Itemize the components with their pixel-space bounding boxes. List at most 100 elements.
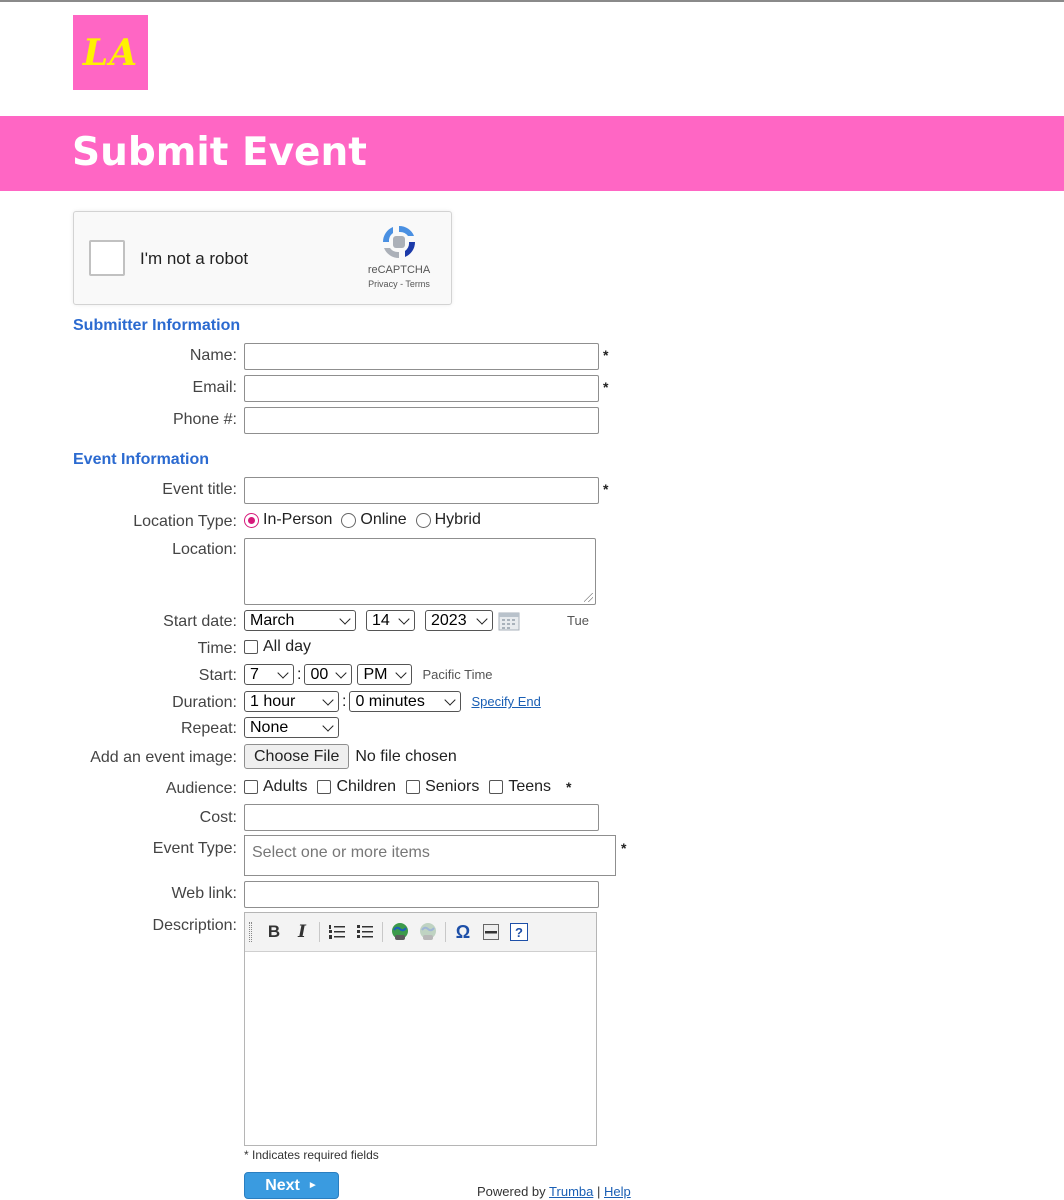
duration-hours-select[interactable]: 1 hour [244,691,339,712]
chevron-down-icon [395,669,407,681]
location-label: Location: [172,541,237,558]
location-type-hybrid-radio[interactable] [415,512,431,528]
phone-label: Phone #: [172,411,237,428]
recaptcha-privacy-link[interactable]: Privacy [368,279,398,289]
start-time-label: Start: [198,667,237,684]
page-banner: Submit Event [0,116,1064,191]
audience-teens-label: Teens [508,778,552,795]
web-link-label: Web link: [171,885,237,902]
start-hour-select[interactable]: 7 [244,664,294,685]
recaptcha-widget: I'm not a robot reCAPTCHA Privacy - Term… [73,211,452,305]
toolbar-separator [382,922,383,942]
web-link-input[interactable] [244,881,599,908]
event-type-multiselect[interactable]: Select one or more items [244,835,616,876]
bold-icon[interactable]: B [263,921,285,943]
time-colon: : [297,665,302,683]
insert-link-icon[interactable] [389,921,411,943]
duration-hours-value: 1 hour [250,692,296,710]
start-year-value: 2023 [431,611,467,629]
audience-label: Audience: [165,780,237,797]
location-type-in-person-radio[interactable] [244,512,259,528]
event-title-input[interactable] [244,477,599,504]
toolbar-grip-icon [249,922,252,942]
chevron-down-icon [476,615,488,627]
resize-handle-icon[interactable] [584,593,593,602]
horizontal-rule-icon[interactable] [480,921,502,943]
start-time-row: 7 : 00 PM Pacific Time [244,664,493,685]
all-day-checkbox[interactable] [244,640,258,654]
italic-icon[interactable]: I [291,921,313,943]
location-textarea[interactable] [244,538,596,605]
remove-link-icon[interactable] [417,921,439,943]
audience-required-mark: * [566,779,572,795]
name-required-mark: * [603,347,609,363]
recaptcha-checkbox[interactable] [89,240,125,276]
location-type-hybrid-label: Hybrid [434,511,481,528]
description-editor: B I Ω ? [244,912,597,1146]
logo-text: LA [82,31,139,74]
next-button-label: Next [265,1176,300,1194]
repeat-select[interactable]: None [244,717,339,738]
help-icon[interactable]: ? [508,921,530,943]
recaptcha-terms-link[interactable]: Terms [405,279,430,289]
name-input[interactable] [244,343,599,370]
all-day-row: All day [244,638,311,656]
duration-row: 1 hour : 0 minutes Specify End [244,691,541,712]
duration-minutes-value: 0 minutes [355,692,425,710]
start-date-label: Start date: [163,613,237,630]
audience-adults-checkbox[interactable] [244,780,258,794]
no-file-chosen-text: No file chosen [355,747,457,765]
chevron-down-icon [339,615,351,627]
toolbar-separator [319,922,320,942]
all-day-label: All day [263,638,312,655]
chevron-down-icon [444,696,456,708]
recaptcha-links: Privacy - Terms [361,279,437,289]
powered-by-text: Powered by [477,1184,546,1199]
calendar-icon[interactable] [498,611,520,631]
audience-adults-label: Adults [263,778,308,795]
site-logo[interactable]: LA [73,15,148,90]
cost-label: Cost: [199,809,237,826]
trumba-link[interactable]: Trumba [549,1184,593,1199]
specify-end-link[interactable]: Specify End [471,694,540,709]
duration-label: Duration: [172,694,237,711]
email-input[interactable] [244,375,599,402]
audience-seniors-checkbox[interactable] [406,780,421,794]
cost-input[interactable] [244,804,599,831]
name-label: Name: [189,347,237,364]
recaptcha-icon [382,225,416,259]
audience-teens-checkbox[interactable] [489,780,504,794]
location-type-online-radio[interactable] [341,512,357,528]
chevron-down-icon [398,615,410,627]
numbered-list-icon[interactable] [326,921,348,943]
start-minute-select[interactable]: 00 [304,664,353,685]
repeat-value: None [250,718,289,736]
phone-input[interactable] [244,407,599,434]
start-day-select[interactable]: 14 [366,610,415,631]
svg-text:?: ? [515,925,523,940]
audience-children-checkbox[interactable] [317,780,332,794]
choose-file-button[interactable]: Choose File [244,744,350,769]
location-type-online-label: Online [360,511,407,528]
help-link[interactable]: Help [604,1184,631,1199]
chevron-down-icon [322,722,334,734]
event-image-label: Add an event image: [90,749,237,766]
bulleted-list-icon[interactable] [354,921,376,943]
top-rule [0,0,1064,2]
editor-toolbar: B I Ω ? [245,913,596,952]
description-text-area[interactable] [245,952,596,1146]
powered-by-sep: | [596,1184,601,1199]
start-weekday: Tue [567,613,589,628]
start-year-select[interactable]: 2023 [425,610,493,631]
next-button[interactable]: Next ► [244,1172,339,1199]
duration-minutes-select[interactable]: 0 minutes [349,691,462,712]
location-type-in-person-label: In-Person [263,511,333,528]
start-month-select[interactable]: March [244,610,356,631]
recaptcha-brand-text: reCAPTCHA [367,264,431,276]
start-ampm-select[interactable]: PM [357,664,413,685]
audience-group: Adults Children Seniors Teens * [244,778,571,796]
event-type-label: Event Type: [152,840,237,857]
play-arrow-icon: ► [307,1180,318,1191]
special-character-icon[interactable]: Ω [452,921,474,943]
time-label: Time: [197,640,237,657]
